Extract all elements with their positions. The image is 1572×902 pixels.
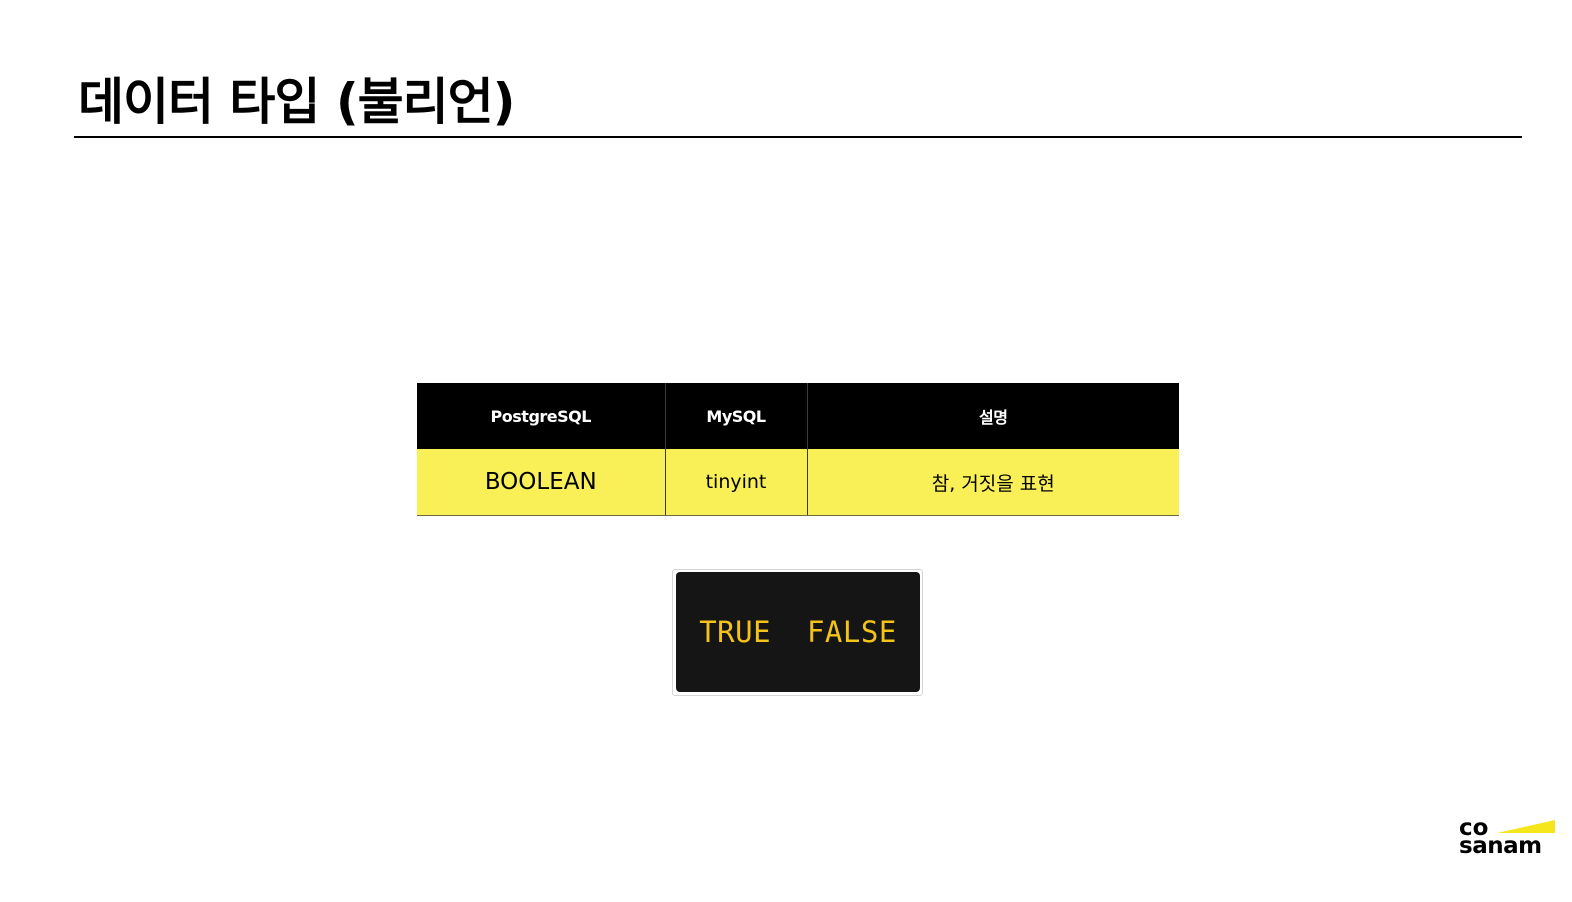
header-description: 설명 [807, 383, 1179, 449]
cell-postgresql-type: BOOLEAN [417, 449, 666, 516]
data-type-table: PostgreSQL MySQL 설명 BOOLEAN tinyint 참, 거… [417, 383, 1179, 516]
cell-mysql-type: tinyint [665, 449, 808, 516]
table-row: BOOLEAN tinyint 참, 거짓을 표현 [417, 449, 1179, 516]
logo-text-bottom: sanam [1459, 833, 1542, 859]
title-divider [74, 136, 1522, 138]
table-header-row: PostgreSQL MySQL 설명 [417, 383, 1179, 449]
code-example-text: TRUE FALSE [699, 615, 897, 649]
code-example-box: TRUE FALSE [676, 572, 920, 692]
slide-title: 데이터 타입 (불리언) [78, 73, 516, 131]
header-mysql: MySQL [665, 383, 808, 449]
cosanam-logo: co sanam [1459, 816, 1559, 864]
header-postgresql: PostgreSQL [417, 383, 666, 449]
cell-description: 참, 거짓을 표현 [807, 449, 1179, 516]
